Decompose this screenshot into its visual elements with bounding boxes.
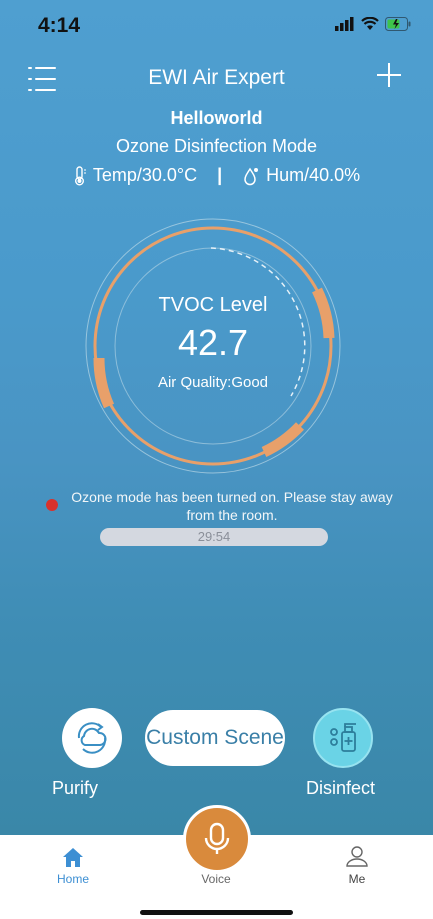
humidity-group: Hum/40.0% xyxy=(242,165,360,186)
wifi-icon xyxy=(361,17,379,30)
tab-voice-label[interactable]: Voice xyxy=(190,872,242,886)
alert-message: Ozone mode has been turned on. Please st… xyxy=(71,489,393,523)
disinfect-label: Disinfect xyxy=(306,778,376,798)
countdown-timer: 29:54 xyxy=(100,528,328,546)
add-icon[interactable] xyxy=(376,62,402,88)
voice-button[interactable] xyxy=(183,805,251,873)
environment-readout: Temp/30.0°C | Hum/40.0% xyxy=(0,165,433,186)
device-mode: Ozone Disinfection Mode xyxy=(115,136,318,156)
gauge-label: TVOC Level xyxy=(158,294,268,316)
status-time: 4:14 xyxy=(38,14,81,37)
thermometer-icon xyxy=(74,165,86,185)
home-icon xyxy=(63,848,83,867)
purify-button[interactable] xyxy=(62,708,122,768)
ozone-alert: Ozone mode has been turned on. Please st… xyxy=(46,488,396,524)
microphone-icon xyxy=(204,822,230,854)
purify-icon xyxy=(77,722,107,754)
custom-scene-button[interactable]: Custom Scene xyxy=(145,710,285,766)
signal-icon xyxy=(335,17,354,31)
temperature-value: Temp/30.0°C xyxy=(92,165,198,185)
tvoc-value: 42.7 xyxy=(177,322,249,363)
purify-label: Purify xyxy=(52,778,99,798)
air-quality-label: Air Quality:Good xyxy=(157,374,269,391)
status-bar: 4:14 xyxy=(0,0,433,48)
main-screen: 4:14 EWI Air Expert Helloworld Ozone Dis… xyxy=(0,0,433,835)
tab-me[interactable]: Me xyxy=(332,840,382,886)
water-drop-icon xyxy=(244,167,259,185)
app-title: EWI Air Expert xyxy=(148,66,285,89)
separator: | xyxy=(217,165,223,185)
status-icons xyxy=(335,17,411,31)
gauge-readout: TVOC Level 42.7 Air Quality:Good xyxy=(83,216,343,476)
alert-dot-icon xyxy=(46,499,58,511)
tab-me-label: Me xyxy=(348,872,366,886)
device-name: Helloworld xyxy=(170,108,263,128)
home-indicator xyxy=(140,910,293,915)
humidity-value: Hum/40.0% xyxy=(266,165,361,185)
battery-icon xyxy=(385,17,411,31)
temperature-group: Temp/30.0°C xyxy=(73,165,197,186)
tab-home[interactable]: Home xyxy=(48,840,98,886)
tab-home-label: Home xyxy=(56,872,89,886)
disinfect-icon xyxy=(330,723,356,752)
disinfect-button[interactable] xyxy=(313,708,373,768)
user-icon xyxy=(346,846,368,867)
